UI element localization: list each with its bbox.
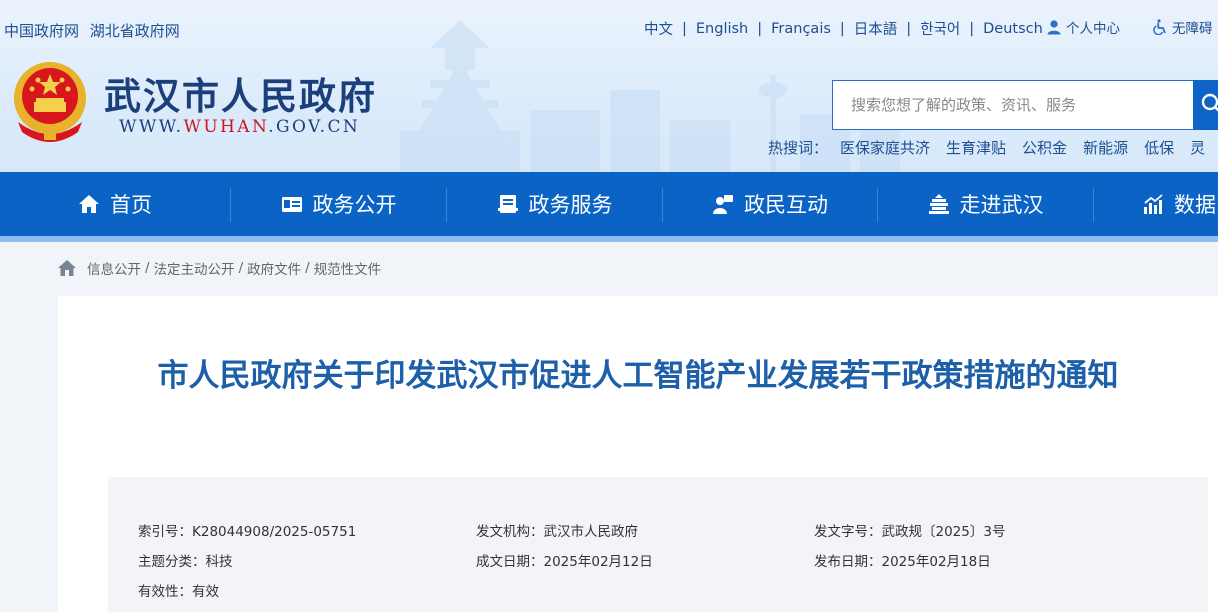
- lang-chinese[interactable]: 中文: [644, 18, 673, 39]
- wheelchair-icon: [1153, 19, 1166, 35]
- meta-value: 武汉市人民政府: [543, 524, 639, 540]
- meta-label: 主题分类：: [138, 554, 206, 570]
- chat-user-icon: [713, 195, 733, 214]
- site-url: WWW.WUHAN.GOV.CN: [119, 117, 360, 137]
- lang-separator: |: [682, 20, 687, 37]
- hot-keyword[interactable]: 生育津贴: [946, 137, 1006, 158]
- hot-keyword[interactable]: 灵: [1190, 137, 1205, 158]
- meta-written-date: 成文日期：2025年02月12日: [476, 550, 653, 570]
- breadcrumb-separator: /: [145, 260, 150, 276]
- user-center-link[interactable]: 个人中心: [1046, 17, 1120, 37]
- lang-separator: |: [969, 20, 975, 37]
- hot-search: 热搜词： 医保家庭共济 生育津贴 公积金 新能源 低保 灵: [768, 137, 1218, 158]
- meta-value: 科技: [205, 554, 233, 570]
- meta-validity: 有效性：有效: [138, 580, 219, 600]
- lang-french[interactable]: Français: [771, 21, 831, 37]
- search-input[interactable]: [833, 81, 1194, 129]
- accessibility-link[interactable]: 无障碍: [1152, 17, 1213, 37]
- language-switcher: 中文 | English | Français | 日本語 | 한국어 | De…: [644, 18, 1043, 39]
- document-icon: [497, 195, 518, 213]
- breadcrumb: 信息公开 / 法定主动公开 / 政府文件 / 规范性文件: [57, 258, 381, 278]
- breadcrumb-item[interactable]: 政府文件: [247, 258, 301, 278]
- meta-value: 武政规〔2025〕3号: [881, 524, 1006, 540]
- meta-value: 2025年02月12日: [543, 554, 653, 570]
- nav-item-home[interactable]: 首页: [0, 172, 230, 236]
- meta-topic: 主题分类：科技: [138, 550, 233, 570]
- user-icon: [1047, 20, 1061, 35]
- lang-japanese[interactable]: 日本語: [854, 18, 898, 39]
- user-center-label: 个人中心: [1066, 21, 1120, 37]
- nav-label: 政务服务: [528, 193, 613, 217]
- meta-label: 成文日期：: [476, 554, 544, 570]
- hot-keyword[interactable]: 低保: [1144, 137, 1174, 158]
- meta-index-number: 索引号：K28044908/2025-05751: [138, 520, 356, 540]
- top-links: 中国政府网 湖北省政府网: [4, 20, 186, 41]
- document-meta-panel: 索引号：K28044908/2025-05751 发文机构：武汉市人民政府 发文…: [108, 477, 1208, 612]
- top-link-central-gov[interactable]: 中国政府网: [4, 22, 79, 40]
- search-button[interactable]: [1193, 80, 1218, 130]
- site-url-suffix: .GOV.CN: [268, 117, 361, 137]
- breadcrumb-separator: /: [238, 260, 244, 276]
- lang-german[interactable]: Deutsch: [983, 21, 1043, 37]
- chart-icon: [1144, 194, 1163, 214]
- breadcrumb-item[interactable]: 信息公开: [87, 258, 141, 278]
- nav-label: 政务公开: [312, 193, 397, 217]
- hot-keyword[interactable]: 医保家庭共济: [840, 137, 930, 158]
- meta-value: 2025年02月18日: [881, 554, 991, 570]
- nav-item-about-wuhan[interactable]: 走进武汉: [878, 172, 1093, 236]
- hot-keyword[interactable]: 新能源: [1083, 137, 1128, 158]
- lang-korean[interactable]: 한국어: [920, 18, 960, 39]
- meta-publish-date: 发布日期：2025年02月18日: [814, 550, 991, 570]
- meta-label: 发文机构：: [476, 524, 544, 540]
- main-nav: 首页 政务公开 政务服务 政民互动 走进武汉 数据: [0, 172, 1218, 236]
- lang-separator: |: [839, 20, 845, 37]
- site-header: 中国政府网 湖北省政府网 中文 | English | Français | 日…: [0, 0, 1218, 172]
- nav-item-gov-services[interactable]: 政务服务: [447, 172, 662, 236]
- nav-label: 首页: [110, 193, 152, 217]
- lang-separator: |: [757, 20, 763, 37]
- nav-item-interaction[interactable]: 政民互动: [663, 172, 877, 236]
- meta-label: 索引号：: [138, 524, 192, 540]
- nav-label: 政民互动: [744, 193, 828, 217]
- hot-search-label: 热搜词：: [768, 139, 829, 157]
- meta-document-number: 发文字号：武政规〔2025〕3号: [814, 520, 1005, 540]
- meta-value: K28044908/2025-05751: [192, 524, 357, 540]
- accessibility-label: 无障碍: [1172, 21, 1213, 37]
- nav-item-gov-affairs-open[interactable]: 政务公开: [231, 172, 446, 236]
- meta-issuing-org: 发文机构：武汉市人民政府: [476, 520, 638, 540]
- lang-separator: |: [906, 20, 912, 37]
- hot-keyword[interactable]: 公积金: [1022, 137, 1067, 158]
- search-box: [832, 80, 1194, 130]
- breadcrumb-separator: /: [305, 260, 310, 276]
- building-icon: [928, 194, 949, 214]
- id-card-icon: [281, 197, 302, 212]
- national-emblem-logo[interactable]: [10, 60, 90, 144]
- document-title: 市人民政府关于印发武汉市促进人工智能产业发展若干政策措施的通知: [157, 358, 1119, 394]
- breadcrumb-item[interactable]: 法定主动公开: [154, 258, 235, 278]
- meta-value: 有效: [192, 584, 219, 600]
- nav-bottom-strip: [0, 236, 1218, 242]
- top-link-hubei-gov[interactable]: 湖北省政府网: [90, 22, 180, 40]
- site-url-prefix: WWW.: [119, 117, 184, 137]
- site-url-highlight: WUHAN: [183, 117, 269, 137]
- nav-label: 数据: [1174, 193, 1216, 217]
- home-icon[interactable]: [57, 259, 77, 277]
- nav-label: 走进武汉: [959, 193, 1044, 217]
- search-icon: [1201, 93, 1218, 112]
- nav-item-data[interactable]: 数据: [1094, 172, 1218, 236]
- breadcrumb-item[interactable]: 规范性文件: [314, 258, 382, 278]
- lang-english[interactable]: English: [696, 21, 748, 37]
- site-title[interactable]: 武汉市人民政府: [104, 66, 377, 120]
- meta-label: 有效性：: [138, 584, 192, 600]
- meta-label: 发布日期：: [814, 554, 882, 570]
- home-icon: [79, 195, 99, 213]
- meta-label: 发文字号：: [814, 524, 882, 540]
